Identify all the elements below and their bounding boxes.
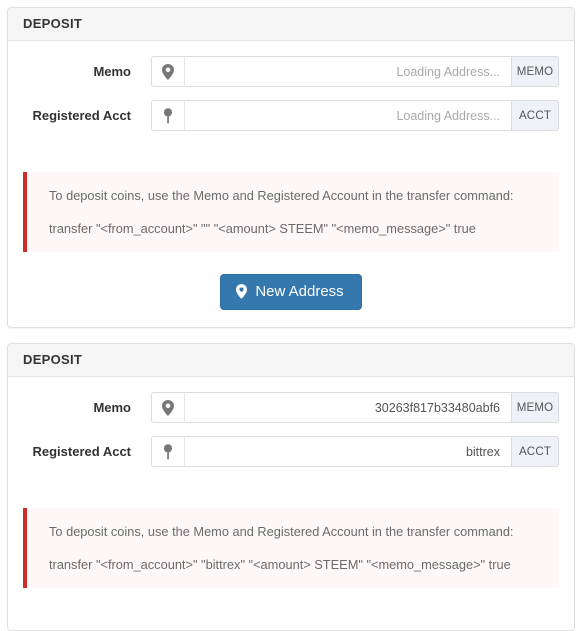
deposit-instructions-alert: To deposit coins, use the Memo and Regis… xyxy=(23,172,559,253)
registered-acct-input-group: ACCT xyxy=(151,436,559,468)
panel-footer-spacer xyxy=(8,588,574,630)
alert-line-1: To deposit coins, use the Memo and Regis… xyxy=(49,188,514,204)
memo-input-group: MEMO xyxy=(151,56,559,88)
deposit-page: DEPOSIT Memo MEMO Registered Acct xyxy=(0,0,582,631)
page-title: DEPOSIT xyxy=(23,16,83,31)
new-address-button-area: New Address xyxy=(8,252,574,327)
form-row-registered-acct: Registered Acct ACCT xyxy=(23,436,559,468)
panel-body: Memo MEMO Registered Acct xyxy=(8,41,574,156)
alert-line-1: To deposit coins, use the Memo and Regis… xyxy=(49,524,514,540)
registered-acct-label: Registered Acct xyxy=(32,108,132,123)
memo-input[interactable] xyxy=(185,56,511,88)
registered-acct-input-group: ACCT xyxy=(151,100,559,132)
panel-body: Memo MEMO Registered Acct xyxy=(8,377,574,492)
new-address-button[interactable]: New Address xyxy=(220,274,362,311)
memo-input[interactable] xyxy=(185,392,511,424)
form-row-memo: Memo MEMO xyxy=(23,392,559,424)
memo-label: Memo xyxy=(93,64,131,79)
map-pin-icon xyxy=(151,100,185,132)
panel-heading: DEPOSIT xyxy=(8,344,574,378)
map-marker-icon xyxy=(236,284,248,299)
registered-acct-input[interactable] xyxy=(185,436,511,468)
page-title: DEPOSIT xyxy=(23,352,83,368)
map-marker-icon xyxy=(151,392,185,424)
panel-heading: DEPOSIT xyxy=(8,8,574,42)
memo-label: Memo xyxy=(93,400,131,416)
registered-acct-label: Registered Acct xyxy=(32,444,132,460)
memo-addon: MEMO xyxy=(511,56,559,88)
map-marker-icon xyxy=(151,56,185,88)
deposit-panel-1: DEPOSIT Memo MEMO Registered Acct xyxy=(7,7,575,329)
alert-line-2: transfer "<from_account>" "" "<amount> S… xyxy=(49,220,476,236)
memo-addon: MEMO xyxy=(511,392,559,424)
form-row-memo: Memo MEMO xyxy=(23,56,559,88)
registered-acct-input[interactable] xyxy=(185,100,511,132)
registered-acct-addon: ACCT xyxy=(511,100,559,132)
map-pin-icon xyxy=(151,436,185,468)
form-row-registered-acct: Registered Acct ACCT xyxy=(23,100,559,132)
deposit-panel-2: DEPOSIT Memo MEMO Registered Acct xyxy=(7,343,575,631)
memo-input-group: MEMO xyxy=(151,392,559,424)
registered-acct-addon: ACCT xyxy=(511,436,559,468)
new-address-button-label: New Address xyxy=(255,283,344,301)
alert-line-2: transfer "<from_account>" "bittrex" "<am… xyxy=(49,556,511,572)
deposit-instructions-alert: To deposit coins, use the Memo and Regis… xyxy=(23,508,559,589)
